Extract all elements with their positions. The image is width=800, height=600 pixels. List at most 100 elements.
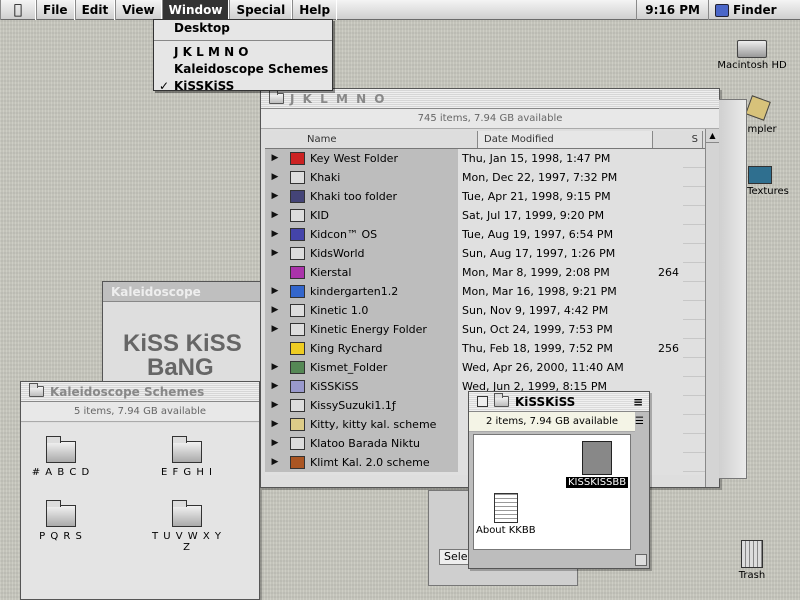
disclosure-triangle-icon[interactable]: ▶ <box>265 286 285 296</box>
row-name-cell: ▶ KidsWorld <box>265 243 458 263</box>
vertical-scrollbar[interactable]: ▲ <box>705 129 719 487</box>
collapse-box-icon[interactable]: ≡ <box>633 395 643 409</box>
table-row[interactable]: King Rychard Thu, Feb 18, 1999, 7:52 PM … <box>265 338 705 358</box>
window-title-bar[interactable]: Kaleidoscope Schemes <box>21 382 259 402</box>
disclosure-triangle-icon[interactable]: ▶ <box>265 305 285 315</box>
column-header-date[interactable]: Date Modified <box>478 131 653 148</box>
row-size <box>633 319 683 339</box>
window-title-bar[interactable]: KiSSKiSS ≡ <box>469 392 649 412</box>
table-row[interactable]: ▶ KidsWorld Sun, Aug 17, 1997, 1:26 PM <box>265 243 705 263</box>
file-icon <box>290 170 305 184</box>
row-date: Mon, Mar 16, 1998, 9:21 PM <box>458 281 633 301</box>
disclosure-triangle-icon[interactable]: ▶ <box>265 457 285 467</box>
row-name: Klimt Kal. 2.0 scheme <box>310 455 430 469</box>
menu-special[interactable]: Special <box>229 0 293 20</box>
file-icon <box>290 151 305 165</box>
resize-box-icon[interactable] <box>635 554 647 566</box>
disclosure-triangle-icon[interactable]: ▶ <box>265 362 285 372</box>
disclosure-triangle-icon[interactable]: ▶ <box>265 229 285 239</box>
disclosure-triangle-icon[interactable]: ▶ <box>265 324 285 334</box>
disclosure-triangle-icon[interactable]: ▶ <box>265 248 285 258</box>
row-name-cell: ▶ Klatoo Barada Niktu <box>265 433 458 453</box>
table-row[interactable]: ▶ Khaki Mon, Dec 22, 1997, 7:32 PM <box>265 167 705 187</box>
disclosure-triangle-icon[interactable]: ▶ <box>265 438 285 448</box>
row-name: KidsWorld <box>310 246 365 260</box>
menu-edit[interactable]: Edit <box>74 0 116 20</box>
window-menu-item-desktop[interactable]: Desktop <box>154 20 332 37</box>
column-header-name[interactable]: Name <box>265 131 478 148</box>
apple-menu-icon[interactable]:  <box>0 0 36 20</box>
folder-item[interactable]: # A B C D <box>21 436 101 478</box>
window-menu-item-kisskiss[interactable]: ✓ KiSSKiSS <box>154 78 332 95</box>
menu-file[interactable]: File <box>36 0 75 20</box>
folder-icon <box>172 436 202 463</box>
disclosure-triangle-icon[interactable]: ▶ <box>265 419 285 429</box>
menu-window[interactable]: Window <box>161 0 230 20</box>
document-icon <box>493 493 518 523</box>
window-content: KISSKISSBB About KKBB <box>473 434 631 550</box>
hard-disk-icon <box>737 40 767 58</box>
desktop-icon-macintosh-hd[interactable]: Macintosh HD <box>712 40 792 71</box>
file-icon <box>290 398 305 412</box>
folder-item[interactable]: P Q R S <box>21 500 101 542</box>
file-item-about-kkbb[interactable]: About KKBB <box>476 493 536 536</box>
row-size: 256 <box>633 338 683 358</box>
window-menu-item-jklmno[interactable]: J K L M N O <box>154 44 332 61</box>
menu-bar:  File Edit View Window Special Help 9:1… <box>0 0 800 20</box>
folder-item[interactable]: E F G H I <box>147 436 227 478</box>
table-row[interactable]: ▶ kindergarten1.2 Mon, Mar 16, 1998, 9:2… <box>265 281 705 301</box>
table-row[interactable]: ▶ Kinetic Energy Folder Sun, Oct 24, 199… <box>265 319 705 339</box>
row-name: Key West Folder <box>310 151 398 165</box>
row-name-cell: ▶ Kismet_Folder <box>265 357 458 377</box>
table-row[interactable]: ▶ Kismet_Folder Wed, Apr 26, 2000, 11:40… <box>265 357 705 377</box>
finder-icon <box>715 3 729 17</box>
table-row[interactable]: ▶ Khaki too folder Tue, Apr 21, 1998, 9:… <box>265 186 705 206</box>
folder-icon <box>46 500 76 527</box>
row-name: Kinetic 1.0 <box>310 303 369 317</box>
application-menu[interactable]: Finder <box>708 0 800 20</box>
table-row[interactable]: ▶ KID Sat, Jul 17, 1999, 9:20 PM <box>265 205 705 225</box>
row-name: Kitty, kitty kal. scheme <box>310 417 437 431</box>
disclosure-triangle-icon[interactable]: ▶ <box>265 210 285 220</box>
row-name-cell: ▶ Khaki <box>265 167 458 187</box>
table-row[interactable]: ▶ Key West Folder Thu, Jan 15, 1998, 1:4… <box>265 148 705 168</box>
row-date: Mon, Mar 8, 1999, 2:08 PM <box>458 262 633 282</box>
row-date: Sun, Nov 9, 1997, 4:42 PM <box>458 300 633 320</box>
menu-view[interactable]: View <box>115 0 162 20</box>
menu-help[interactable]: Help <box>292 0 338 20</box>
file-icon <box>290 360 305 374</box>
disclosure-triangle-icon[interactable]: ▶ <box>265 153 285 163</box>
column-header-size[interactable]: S <box>653 131 703 148</box>
file-icon <box>290 455 305 469</box>
disclosure-triangle-icon[interactable]: ▶ <box>265 191 285 201</box>
textures-folder-icon <box>748 166 772 184</box>
row-name-cell: ▶ kindergarten1.2 <box>265 281 458 301</box>
disclosure-triangle-icon[interactable]: ▶ <box>265 400 285 410</box>
row-date: Tue, Aug 19, 1997, 6:54 PM <box>458 224 633 244</box>
window-title: Kaleidoscope Schemes <box>50 384 205 399</box>
scroll-up-arrow-icon[interactable]: ▲ <box>706 129 719 143</box>
window-menu-item-kaleidoscope-schemes[interactable]: Kaleidoscope Schemes <box>154 61 332 78</box>
row-size <box>633 148 683 168</box>
view-options-icon[interactable]: ☰ <box>633 416 646 430</box>
desktop-icon-trash[interactable]: Trash <box>712 540 792 581</box>
desktop-icon-label: Trash <box>738 570 766 581</box>
folder-item[interactable]: T U V W X Y Z <box>147 500 227 553</box>
file-icon <box>290 417 305 431</box>
row-name: Kierstal <box>310 265 352 279</box>
row-name: Kinetic Energy Folder <box>310 322 427 336</box>
window-title-bar[interactable]: Kaleidoscope <box>103 282 261 302</box>
row-name: KID <box>310 208 329 222</box>
popup-window-tab[interactable] <box>719 99 747 479</box>
table-row[interactable]: Kierstal Mon, Mar 8, 1999, 2:08 PM 264 <box>265 262 705 282</box>
file-item-kisskissbb[interactable]: KISSKISSBB <box>566 441 629 488</box>
menu-clock[interactable]: 9:16 PM <box>636 0 708 20</box>
row-name: King Rychard <box>310 341 383 355</box>
row-size <box>633 357 683 377</box>
table-row[interactable]: ▶ Kidcon™ OS Tue, Aug 19, 1997, 6:54 PM <box>265 224 705 244</box>
disclosure-triangle-icon[interactable]: ▶ <box>265 381 285 391</box>
disclosure-triangle-icon[interactable]: ▶ <box>265 172 285 182</box>
application-icon <box>582 441 613 475</box>
close-box-icon[interactable] <box>477 396 488 407</box>
table-row[interactable]: ▶ Kinetic 1.0 Sun, Nov 9, 1997, 4:42 PM <box>265 300 705 320</box>
